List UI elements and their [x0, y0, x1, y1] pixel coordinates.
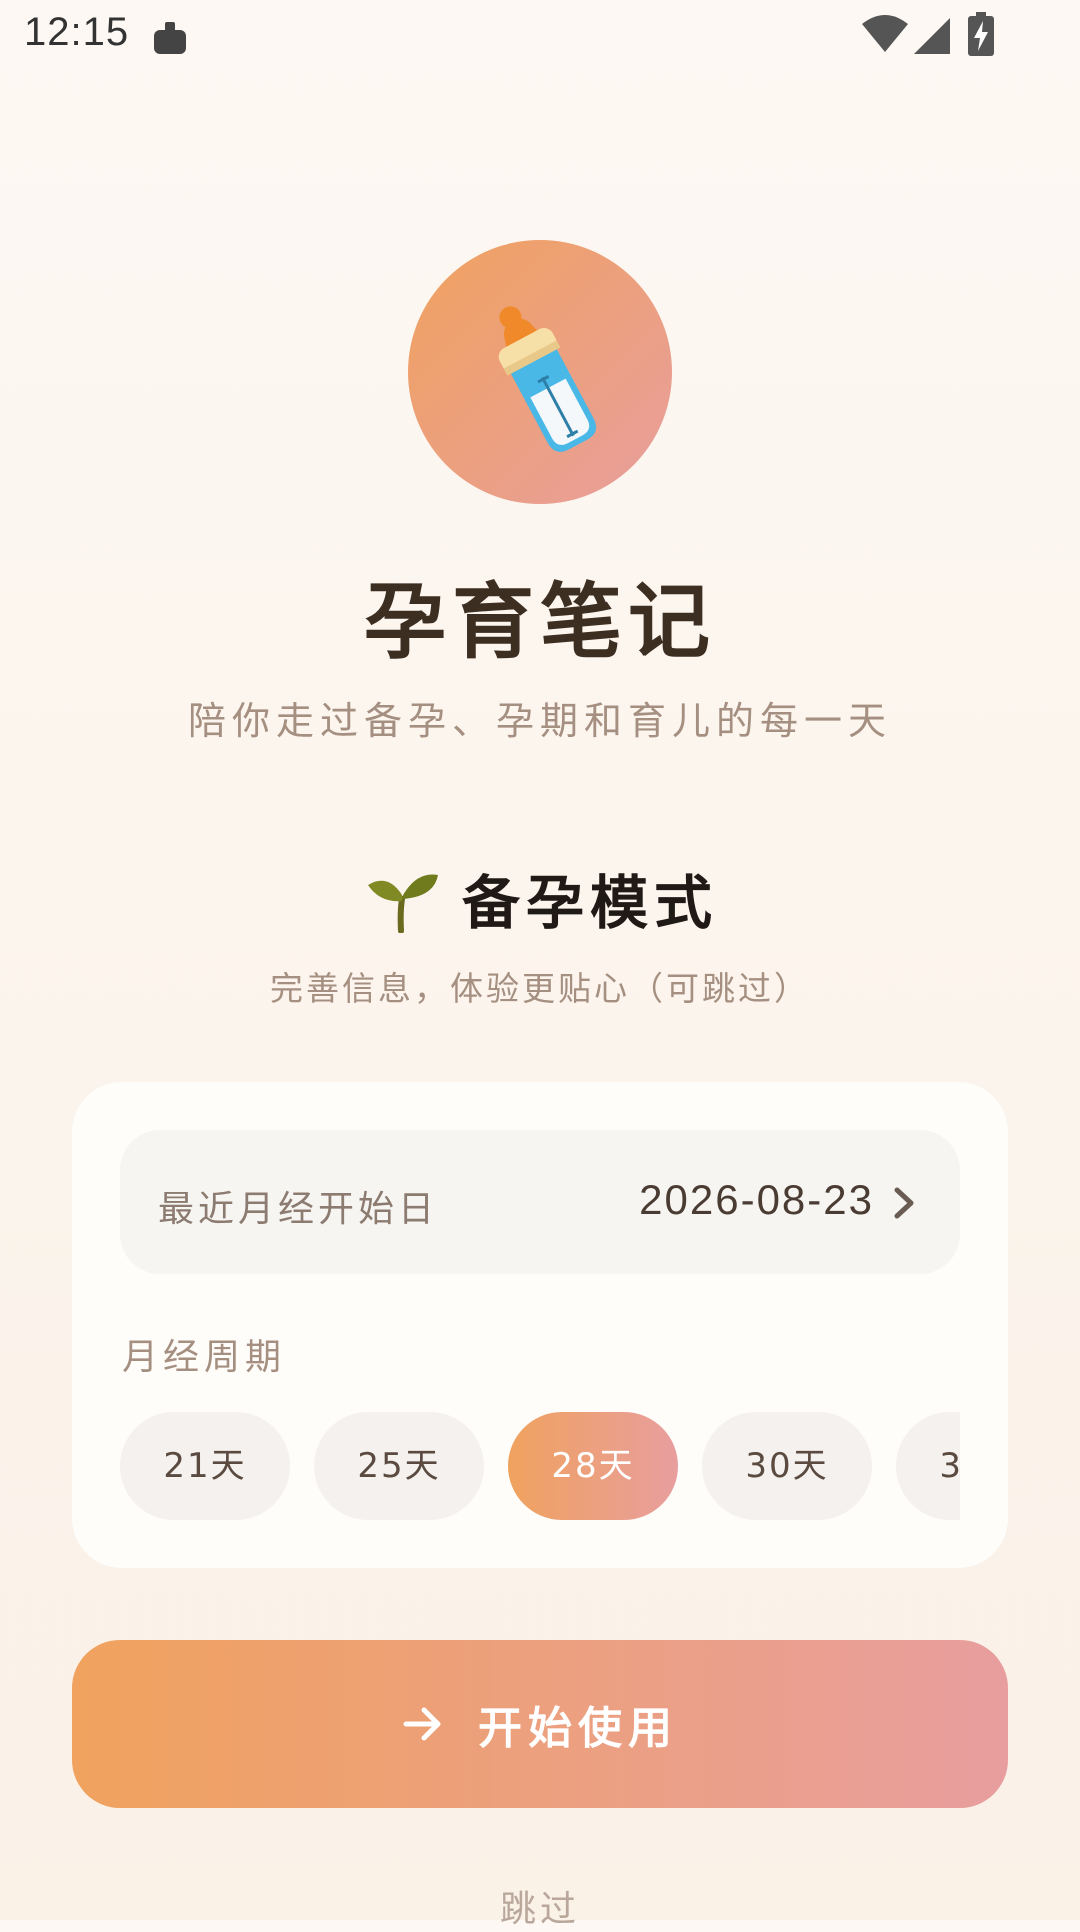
last-period-date-picker[interactable]: 最近月经开始日 2026-08-23 [120, 1130, 960, 1274]
baby-bottle-icon [498, 306, 597, 452]
cycle-options: 21天 25天 28天 30天 35天 [120, 1412, 960, 1520]
cycle-option-25[interactable]: 25天 [314, 1412, 484, 1520]
start-button[interactable]: 开始使用 [72, 1640, 1008, 1808]
arrow-right-icon [403, 1707, 441, 1741]
last-period-value: 2026-08-23 [639, 1176, 874, 1223]
start-button-label: 开始使用 [478, 1703, 678, 1754]
battery-charging-icon [968, 12, 994, 56]
mode-title: 备孕模式 [461, 869, 718, 937]
app-title: 孕育笔记 [363, 575, 716, 670]
app-subtitle: 陪你走过备孕、孕期和育儿的每一天 [187, 699, 892, 743]
last-period-label: 最近月经开始日 [158, 1189, 439, 1230]
signal-icon [914, 18, 950, 54]
mode-subtitle: 完善信息，体验更贴心（可跳过） [270, 969, 810, 1008]
cycle-option-35[interactable]: 35天 [896, 1412, 960, 1520]
skip-link[interactable]: 跳过 [0, 1880, 1080, 1932]
cycle-option-28[interactable]: 28天 [508, 1412, 678, 1520]
app-logo [408, 240, 672, 504]
cycle-option-30[interactable]: 30天 [702, 1412, 872, 1520]
cycle-label: 月经周期 [122, 1337, 287, 1378]
sprout-icon [367, 874, 438, 933]
cycle-option-21[interactable]: 21天 [120, 1412, 290, 1520]
mode-heading: 备孕模式 [0, 856, 1080, 937]
android-notification-icon [154, 22, 186, 54]
chevron-right-icon [894, 1187, 914, 1219]
settings-card: 最近月经开始日 2026-08-23 月经周期 21天 25天 28天 30天 … [72, 1082, 1008, 1568]
wifi-icon [862, 15, 908, 52]
status-time: 12:15 [24, 10, 130, 54]
status-bar: 12:15 [0, 0, 1080, 72]
